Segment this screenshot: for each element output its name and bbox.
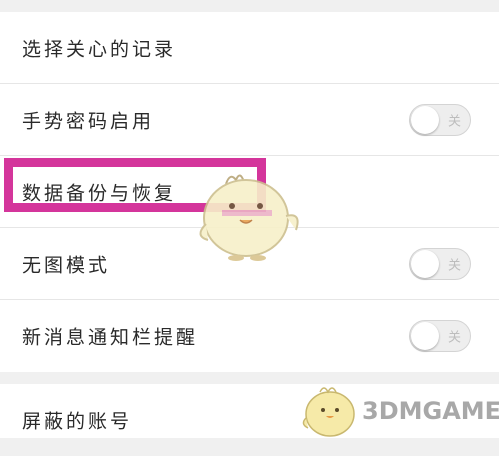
setting-label: 无图模式	[22, 254, 111, 277]
toggle-knob	[411, 106, 439, 134]
no-image-mode-toggle[interactable]: 关	[409, 248, 471, 280]
toggle-knob	[411, 250, 439, 278]
notification-reminder-toggle[interactable]: 关	[409, 320, 471, 352]
toggle-state-text: 关	[447, 258, 461, 274]
setting-row-notification-reminder: 新消息通知栏提醒 关	[0, 300, 499, 372]
setting-row-gesture-password: 手势密码启用 关	[0, 84, 499, 156]
top-spacer	[0, 0, 499, 12]
watermark-text: 3DMGAME	[362, 397, 499, 425]
setting-row-select-records[interactable]: 选择关心的记录	[0, 12, 499, 84]
toggle-knob	[411, 322, 439, 350]
setting-label: 选择关心的记录	[22, 38, 177, 61]
watermark-logo-icon	[302, 387, 355, 437]
toggle-state-text: 关	[447, 114, 461, 130]
mascot-chick-icon	[199, 174, 299, 261]
toggle-state-text: 关	[447, 330, 461, 346]
gesture-password-toggle[interactable]: 关	[409, 104, 471, 136]
setting-label: 新消息通知栏提醒	[22, 326, 199, 349]
setting-label: 屏蔽的账号	[22, 410, 133, 433]
setting-label: 手势密码启用	[22, 110, 155, 133]
